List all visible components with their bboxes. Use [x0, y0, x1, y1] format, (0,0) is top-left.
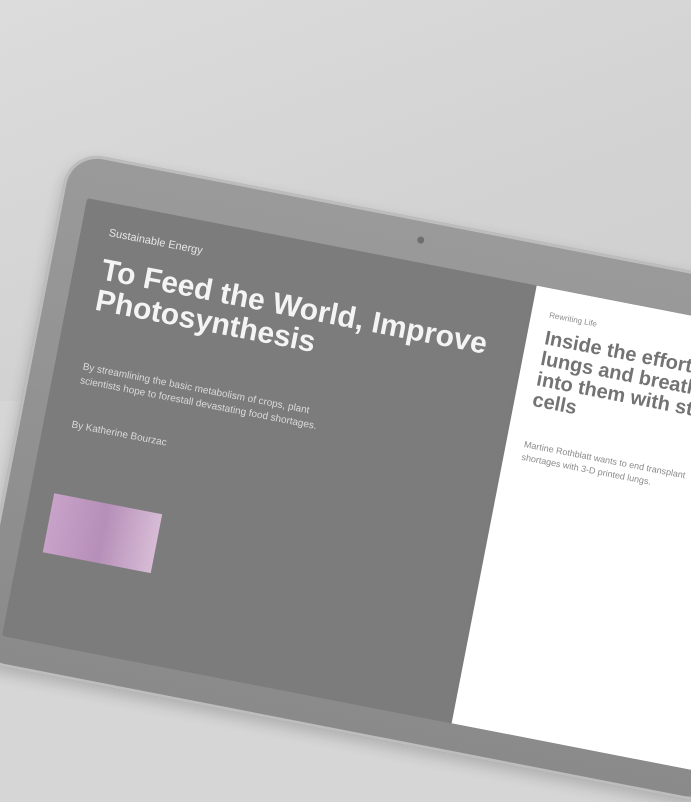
article-byline: By Katherine Bourzac [70, 419, 168, 449]
article-thumbnail-image[interactable] [42, 493, 163, 574]
camera-icon [416, 235, 425, 245]
featured-article[interactable]: Sustainable Energy To Feed the World, Im… [2, 198, 534, 723]
article-summary: Martine Rothblatt wants to end transplan… [520, 439, 687, 487]
section-label: Sustainable Energy [107, 227, 204, 258]
article-title[interactable]: To Feed the World, Improve Photosynthesi… [93, 254, 497, 392]
tablet-screen: Sustainable Energy To Feed the World, Im… [2, 198, 691, 772]
article-title[interactable]: Inside the effort to print lungs and bre… [531, 327, 691, 454]
section-label: Rewriting Life [548, 310, 598, 329]
